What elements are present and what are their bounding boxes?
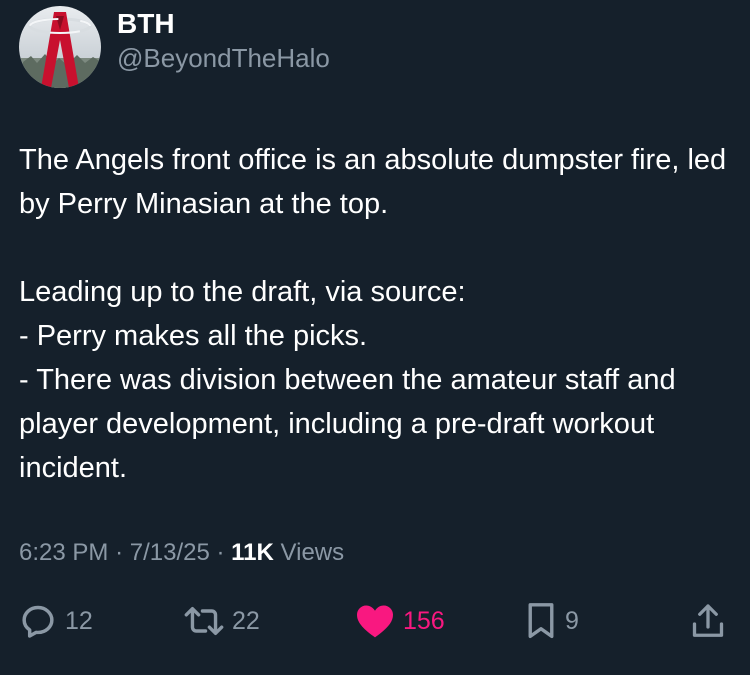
share-icon — [690, 601, 726, 641]
angels-logo-icon — [19, 6, 101, 88]
repost-count: 22 — [232, 606, 260, 635]
meta-separator: · — [216, 539, 225, 566]
share-button[interactable] — [690, 598, 726, 644]
user-handle[interactable]: @BeyondTheHalo — [117, 41, 330, 75]
avatar[interactable] — [19, 6, 101, 88]
bookmark-icon — [525, 601, 557, 641]
repost-icon — [184, 602, 224, 640]
tweet-meta: 6:23 PM · 7/13/25 · 11K Views — [19, 536, 344, 570]
meta-separator: · — [115, 539, 124, 566]
tweet-header: BTH @BeyondTheHalo — [19, 6, 330, 88]
display-name[interactable]: BTH — [117, 7, 330, 41]
tweet-time[interactable]: 6:23 PM — [19, 539, 108, 566]
author-names: BTH @BeyondTheHalo — [117, 7, 330, 75]
repost-button[interactable]: 22 — [184, 598, 260, 644]
views-label: Views — [280, 539, 345, 566]
tweet-body-text: The Angels front office is an absolute d… — [19, 144, 727, 484]
reply-icon — [19, 602, 57, 640]
heart-icon — [355, 603, 395, 639]
reply-count: 12 — [65, 606, 93, 635]
like-button[interactable]: 156 — [355, 598, 445, 644]
bookmark-count: 9 — [565, 606, 579, 635]
views-count: 11K — [231, 539, 274, 566]
like-count: 156 — [403, 606, 445, 635]
reply-button[interactable]: 12 — [19, 598, 93, 644]
tweet-date[interactable]: 7/13/25 — [130, 539, 210, 566]
bookmark-button[interactable]: 9 — [525, 598, 579, 644]
action-bar: 12 22 156 9 — [0, 598, 750, 644]
